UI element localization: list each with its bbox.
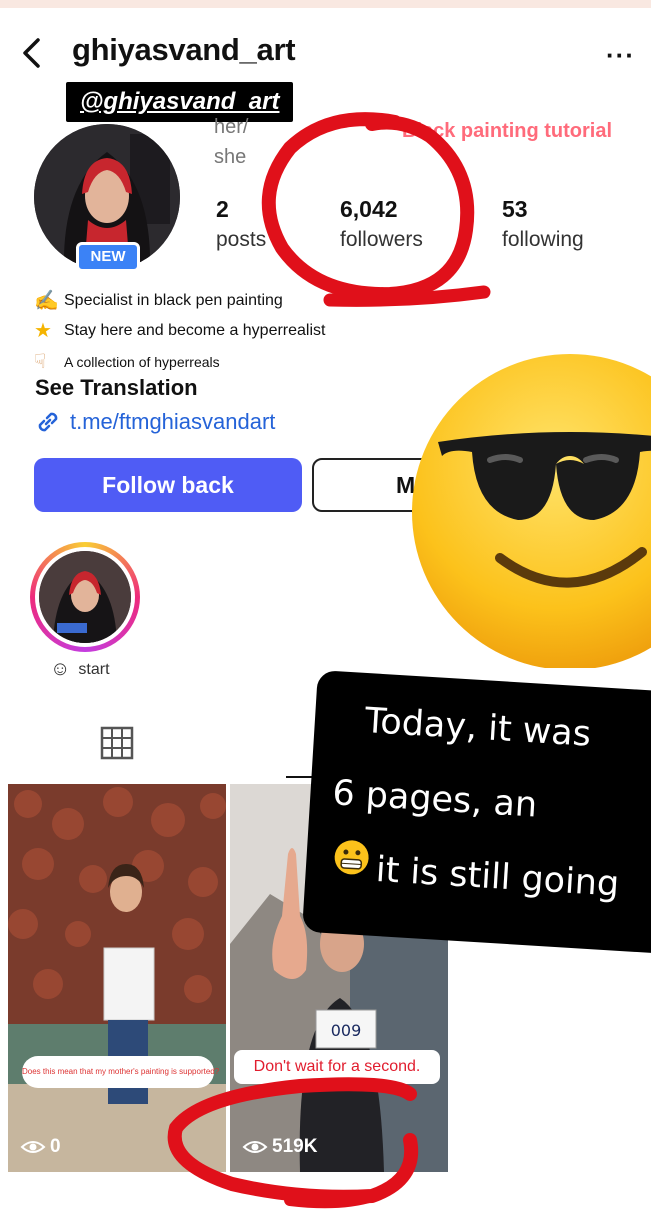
grid-icon (100, 726, 134, 760)
story-highlight[interactable] (30, 542, 140, 652)
more-options-icon[interactable]: ··· (606, 40, 635, 71)
grid-tab[interactable] (100, 726, 134, 765)
overlay-text-card: Today, it was 6 pages, an it is still go… (302, 670, 651, 955)
highlight-label[interactable]: start (78, 661, 109, 679)
pronouns-line1: her/ (214, 116, 249, 138)
followers-label[interactable]: followers (340, 228, 423, 252)
highlight-label-row: ☺ start (50, 658, 110, 681)
view-count: 519K (242, 1136, 317, 1158)
new-badge: NEW (76, 242, 140, 272)
pronouns-line2: she (214, 146, 247, 168)
view-count-value: 0 (50, 1136, 61, 1157)
post-caption: Don't wait for a second. (234, 1050, 440, 1084)
smiling-face-hearts-icon: ☺ (50, 658, 71, 680)
handle-overlay-tag: @ghiyasvand_art (66, 82, 294, 122)
grimacing-face-icon (334, 840, 369, 875)
eye-icon (20, 1141, 46, 1153)
pointing-down-icon: ☟ (34, 351, 47, 373)
see-translation-link[interactable]: See Translation (35, 375, 198, 401)
posts-label[interactable]: posts (216, 228, 266, 252)
link-text[interactable]: t.me/ftmghiasvandart (70, 409, 275, 435)
bio-line-2: ★ Stay here and become a hyperrealist (34, 318, 325, 343)
post-1-image (8, 784, 226, 1172)
bio-text: A collection of hyperreals (64, 353, 220, 370)
bio-line-3: ☟ A collection of hyperreals (34, 349, 220, 374)
writing-hand-icon: ✍ (34, 290, 59, 312)
highlight-cover (39, 551, 131, 643)
highlight-inner (35, 547, 135, 647)
followers-count[interactable]: 6,042 (340, 196, 398, 223)
bio-line-1: ✍ Specialist in black pen painting (34, 288, 283, 313)
following-count[interactable]: 53 (502, 196, 528, 223)
svg-text:009: 009 (331, 1021, 362, 1040)
follow-back-button[interactable]: Follow back (34, 458, 302, 512)
overlay-line-3: it is still going (374, 849, 621, 905)
bio-text: Stay here and become a hyperrealist (64, 321, 326, 339)
post-caption: Does this mean that my mother's painting… (22, 1056, 219, 1088)
back-arrow-icon[interactable] (18, 36, 48, 70)
overlay-caption: Black painting tutorial (402, 120, 613, 142)
eye-icon (242, 1141, 268, 1153)
sparkle-star-icon: ★ (34, 320, 52, 342)
sunglasses-emoji-icon (412, 354, 651, 668)
profile-username: ghiyasvand_art (72, 32, 296, 67)
profile-link[interactable]: t.me/ftmghiasvandart (34, 408, 275, 436)
post-tile-1[interactable]: Does this mean that my mother's painting… (8, 784, 226, 1172)
posts-count[interactable]: 2 (216, 196, 229, 223)
following-label[interactable]: following (502, 228, 584, 252)
overlay-line-2: 6 pages, an (331, 773, 539, 826)
view-count: 0 (20, 1136, 61, 1158)
top-strip (0, 0, 651, 8)
bio-text: Specialist in black pen painting (64, 291, 283, 309)
overlay-line-1: Today, it was (363, 701, 593, 755)
view-count-value: 519K (272, 1136, 318, 1157)
link-chain-icon (38, 412, 58, 432)
